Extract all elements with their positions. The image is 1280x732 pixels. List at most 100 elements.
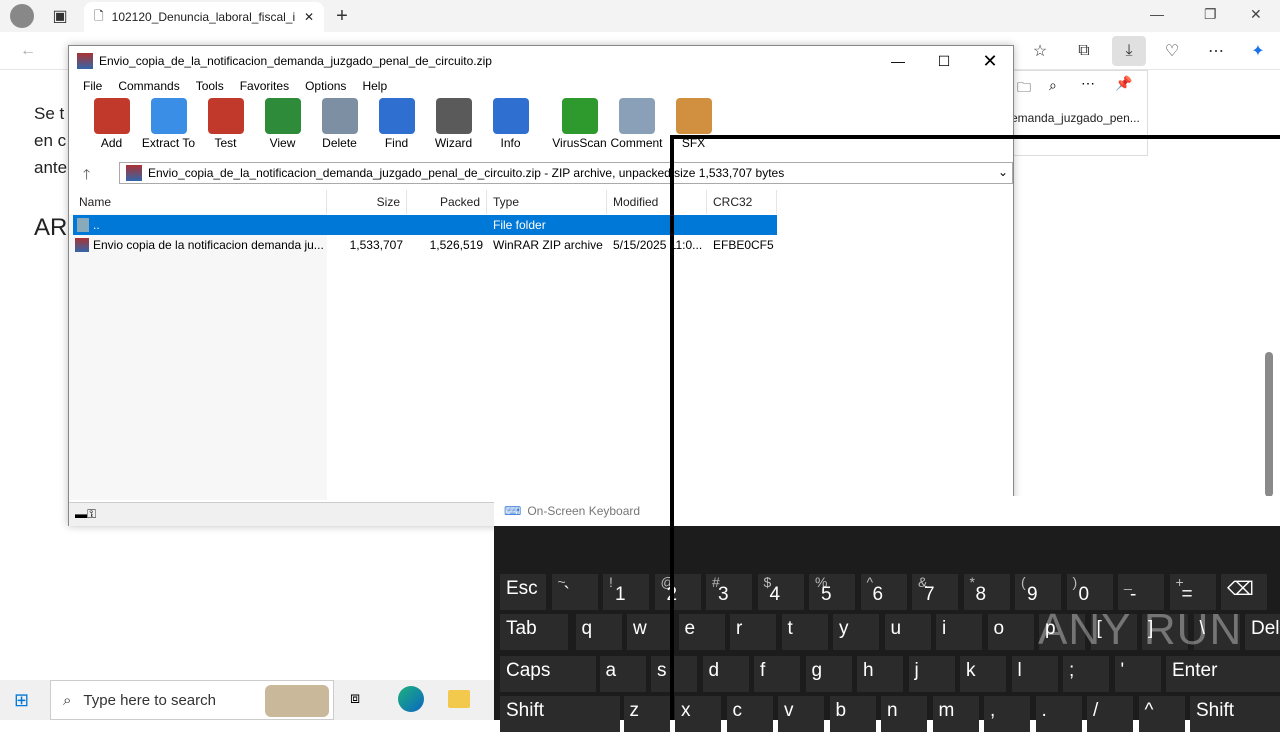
key-z[interactable]: z — [623, 696, 670, 732]
menu-help[interactable]: Help — [354, 76, 395, 96]
collections-icon[interactable]: ⧉ — [1070, 37, 1098, 65]
toolbar-add-button[interactable]: Add — [83, 98, 140, 156]
key-5[interactable]: $4 — [757, 574, 804, 610]
profile-avatar[interactable] — [10, 4, 34, 28]
toolbar-info-button[interactable]: Info — [482, 98, 539, 156]
favorites-icon[interactable]: ☆ — [1026, 37, 1054, 65]
key-;[interactable]: ; — [1063, 656, 1109, 692]
key-^[interactable]: ^ — [1138, 696, 1185, 732]
menu-file[interactable]: File — [75, 76, 110, 96]
key-r[interactable]: r — [730, 614, 776, 650]
key-s[interactable]: s — [651, 656, 697, 692]
key-q[interactable]: q — [575, 614, 622, 650]
task-view-icon[interactable]: ⧈ — [350, 690, 360, 708]
key-8[interactable]: & 7 — [912, 574, 958, 610]
key-7[interactable]: ^ 6 — [860, 574, 907, 610]
performance-icon[interactable]: ♡ — [1158, 37, 1186, 65]
key-b[interactable]: b — [829, 696, 876, 732]
chevron-down-icon[interactable]: ⌄ — [998, 165, 1008, 179]
key-k[interactable]: k — [960, 656, 1006, 692]
scrollbar-thumb[interactable] — [1265, 352, 1273, 497]
new-tab-icon[interactable]: + — [328, 2, 356, 30]
key-shift[interactable]: Shift — [500, 696, 620, 732]
key-y[interactable]: y — [833, 614, 879, 650]
menu-tools[interactable]: Tools — [188, 76, 232, 96]
key-9[interactable]: * 8 — [963, 574, 1010, 610]
downloads-icon[interactable]: ⤓ — [1112, 36, 1146, 66]
key-a[interactable]: a — [599, 656, 646, 692]
key-6[interactable]: % 5 — [809, 574, 855, 610]
taskbar-search[interactable]: ⌕ Type here to search — [50, 680, 334, 720]
toolbar-view-button[interactable]: View — [254, 98, 311, 156]
close-tab-icon[interactable]: ✕ — [304, 10, 314, 24]
column-header-size[interactable]: Size — [327, 190, 407, 214]
copilot-icon[interactable]: ✦ — [1244, 37, 1272, 65]
menu-commands[interactable]: Commands — [110, 76, 187, 96]
key-u[interactable]: u — [884, 614, 931, 650]
more-icon[interactable]: ⋯ — [1081, 75, 1095, 92]
more-options-icon[interactable]: ⋯ — [1202, 37, 1230, 65]
browser-tab[interactable]: 🗋 102120_Denuncia_laboral_fiscal_i ✕ — [84, 2, 324, 32]
download-item[interactable]: emanda_juzgado_pen... — [1011, 111, 1140, 125]
key-o[interactable]: o — [987, 614, 1034, 650]
pin-icon[interactable]: 📌 — [1115, 75, 1132, 92]
key-.[interactable]: . — [1035, 696, 1082, 732]
column-header-modified[interactable]: Modified — [607, 190, 707, 214]
key-i[interactable]: i — [936, 614, 982, 650]
key-3[interactable]: @2 — [654, 574, 701, 610]
toolbar-wizard-button[interactable]: Wizard — [425, 98, 482, 156]
back-icon[interactable]: ← — [14, 37, 42, 65]
toolbar-virusscan-button[interactable]: VirusScan — [551, 98, 608, 156]
key-c[interactable]: c — [726, 696, 773, 732]
key-tab[interactable]: Tab — [500, 614, 568, 650]
key-e[interactable]: e — [678, 614, 725, 650]
key-0[interactable]: Esc — [500, 574, 546, 610]
toolbar-comment-button[interactable]: Comment — [608, 98, 665, 156]
tab-actions-icon[interactable]: ▣ — [46, 2, 74, 30]
key-v[interactable]: v — [778, 696, 824, 732]
key-l[interactable]: l — [1011, 656, 1058, 692]
key-j[interactable]: j — [908, 656, 955, 692]
search-icon[interactable]: ⌕ — [1049, 77, 1057, 94]
key-d[interactable]: d — [702, 656, 749, 692]
key-caps[interactable]: Caps — [500, 656, 596, 692]
key-del[interactable]: Del — [1245, 614, 1280, 650]
column-header-name[interactable]: Name — [73, 190, 327, 214]
toolbar-delete-button[interactable]: Delete — [311, 98, 368, 156]
menu-favorites[interactable]: Favorites — [232, 76, 297, 96]
key-t[interactable]: t — [781, 614, 828, 650]
column-header-crc32[interactable]: CRC32 — [707, 190, 777, 214]
key-1[interactable]: ~ ` — [551, 574, 598, 610]
toolbar-test-button[interactable]: Test — [197, 98, 254, 156]
maximize-icon[interactable]: ☐ — [921, 46, 967, 76]
close-browser-icon[interactable]: ✕ — [1250, 6, 1262, 23]
key-4[interactable]: #3 — [706, 574, 752, 610]
minimize-icon[interactable]: — — [875, 46, 921, 76]
key-'[interactable]: ' — [1114, 656, 1161, 692]
column-header-type[interactable]: Type — [487, 190, 607, 214]
key-n[interactable]: n — [881, 696, 927, 732]
key-enter[interactable]: Enter — [1166, 656, 1280, 692]
file-explorer-icon[interactable] — [448, 690, 470, 708]
key-g[interactable]: g — [805, 656, 852, 692]
menu-options[interactable]: Options — [297, 76, 354, 96]
key-f[interactable]: f — [754, 656, 800, 692]
toolbar-find-button[interactable]: Find — [368, 98, 425, 156]
key-m[interactable]: m — [932, 696, 979, 732]
up-folder-icon[interactable]: 🡑 — [83, 164, 90, 188]
windows-start-icon[interactable]: ⊞ — [14, 690, 29, 711]
key-shift[interactable]: Shift — [1190, 696, 1280, 732]
restore-browser-icon[interactable]: ❐ — [1204, 6, 1217, 23]
edge-icon[interactable] — [398, 686, 424, 712]
open-folder-icon[interactable]: 🗀 — [1017, 77, 1031, 101]
key-,[interactable]: , — [984, 696, 1030, 732]
minimize-browser-icon[interactable]: — — [1150, 6, 1164, 22]
close-icon[interactable]: ✕ — [967, 46, 1013, 76]
key-2[interactable]: ! 1 — [603, 574, 649, 610]
key-/[interactable]: / — [1087, 696, 1133, 732]
archive-path-bar[interactable]: Envio_copia_de_la_notificacion_demanda_j… — [119, 162, 1013, 184]
key-h[interactable]: h — [857, 656, 903, 692]
toolbar-extract-to-button[interactable]: Extract To — [140, 98, 197, 156]
key-w[interactable]: w — [627, 614, 673, 650]
key-x[interactable]: x — [675, 696, 721, 732]
